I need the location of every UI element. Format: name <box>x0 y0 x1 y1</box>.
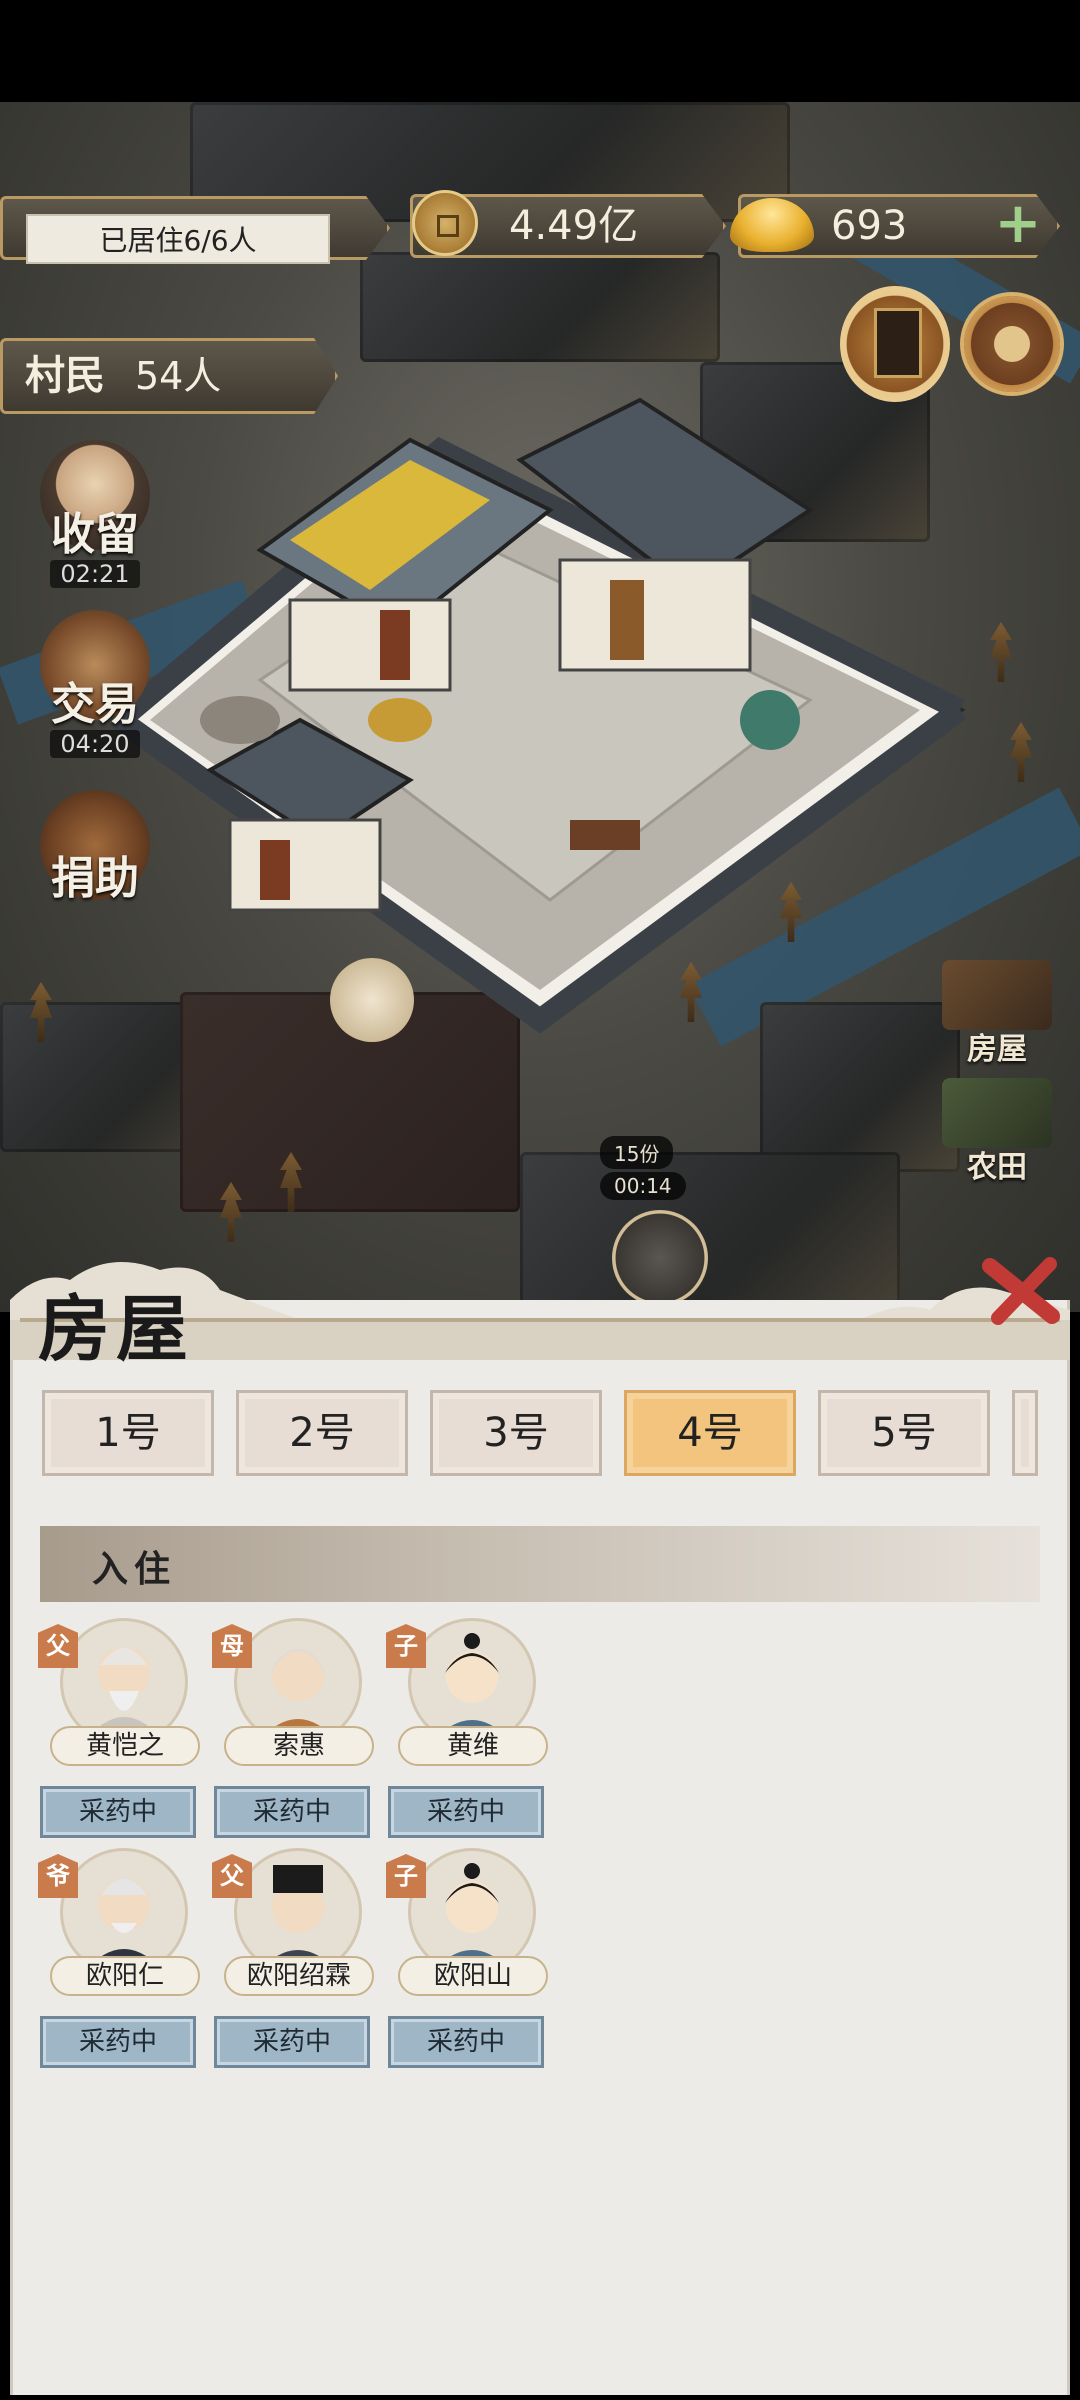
house-thumb <box>942 960 1052 1030</box>
almanac-book-button[interactable] <box>840 286 950 402</box>
residents-count: 已居住6/6人 <box>26 214 330 264</box>
trade-button[interactable]: 交易 04:20 <box>20 610 170 758</box>
tab-house-2[interactable]: 2号 <box>236 1390 408 1476</box>
tab-house-4[interactable]: 4号 <box>624 1390 796 1476</box>
trade-label: 交易 <box>51 679 139 730</box>
settings-gear-icon[interactable] <box>964 296 1060 392</box>
resident-name: 索惠 <box>224 1726 374 1766</box>
resident-status-button[interactable]: 采药中 <box>214 2016 370 2068</box>
role-badge: 父 <box>38 1624 78 1668</box>
shelter-label: 收留 <box>51 509 139 560</box>
building-category-list: 房屋 农田 <box>922 960 1072 1196</box>
occupancy-section-title: 入住 <box>92 1548 177 1590</box>
donate-button[interactable]: 捐助 <box>20 790 170 904</box>
close-icon[interactable] <box>978 1252 1066 1332</box>
shelter-timer: 02:21 <box>50 560 140 588</box>
villagers-plate[interactable]: 村民 54人 <box>0 338 338 414</box>
resident-name: 欧阳仁 <box>50 1956 200 1996</box>
role-badge: 子 <box>386 1624 426 1668</box>
tab-house-1[interactable]: 1号 <box>42 1390 214 1476</box>
resident-status-button[interactable]: 采药中 <box>388 1786 544 1838</box>
role-badge: 爷 <box>38 1854 78 1898</box>
lantern-post <box>990 622 1012 682</box>
panel-title: 房屋 <box>38 1286 195 1371</box>
role-badge: 父 <box>212 1854 252 1898</box>
resident-name: 欧阳绍霖 <box>224 1956 374 1996</box>
villagers-count: 54人 <box>134 354 222 398</box>
timer-tag: 00:14 <box>600 1172 686 1200</box>
occupancy-section-banner <box>40 1526 1040 1602</box>
role-badge: 子 <box>386 1854 426 1898</box>
lantern-post <box>1010 722 1032 782</box>
add-ingot-button[interactable]: + <box>988 196 1048 256</box>
resident-name: 欧阳山 <box>398 1956 548 1996</box>
villagers-label: 村民 <box>25 352 105 399</box>
resident-name: 黄恺之 <box>50 1726 200 1766</box>
coin-icon <box>412 190 478 256</box>
shelter-button[interactable]: 收留 02:21 <box>20 440 170 588</box>
resident-status-button[interactable]: 采药中 <box>40 2016 196 2068</box>
resident-status-button[interactable]: 采药中 <box>388 2016 544 2068</box>
trade-timer: 04:20 <box>50 730 140 758</box>
category-farmland[interactable]: 农田 <box>922 1078 1072 1196</box>
house-emblem-icon[interactable] <box>330 958 414 1042</box>
resident-status-button[interactable]: 采药中 <box>214 1786 370 1838</box>
tab-house-more[interactable] <box>1012 1390 1038 1476</box>
tab-house-3[interactable]: 3号 <box>430 1390 602 1476</box>
portions-tag: 15份 <box>600 1136 674 1169</box>
tab-house-5[interactable]: 5号 <box>818 1390 990 1476</box>
category-house[interactable]: 房屋 <box>922 960 1072 1078</box>
category-house-label: 房屋 <box>967 1032 1027 1067</box>
resident-name: 黄维 <box>398 1726 548 1766</box>
courtyard-house[interactable] <box>110 300 970 1060</box>
farmland-thumb <box>942 1078 1052 1148</box>
role-badge: 母 <box>212 1624 252 1668</box>
category-farmland-label: 农田 <box>967 1150 1027 1185</box>
resident-status-button[interactable]: 采药中 <box>40 1786 196 1838</box>
donate-label: 捐助 <box>51 853 139 904</box>
